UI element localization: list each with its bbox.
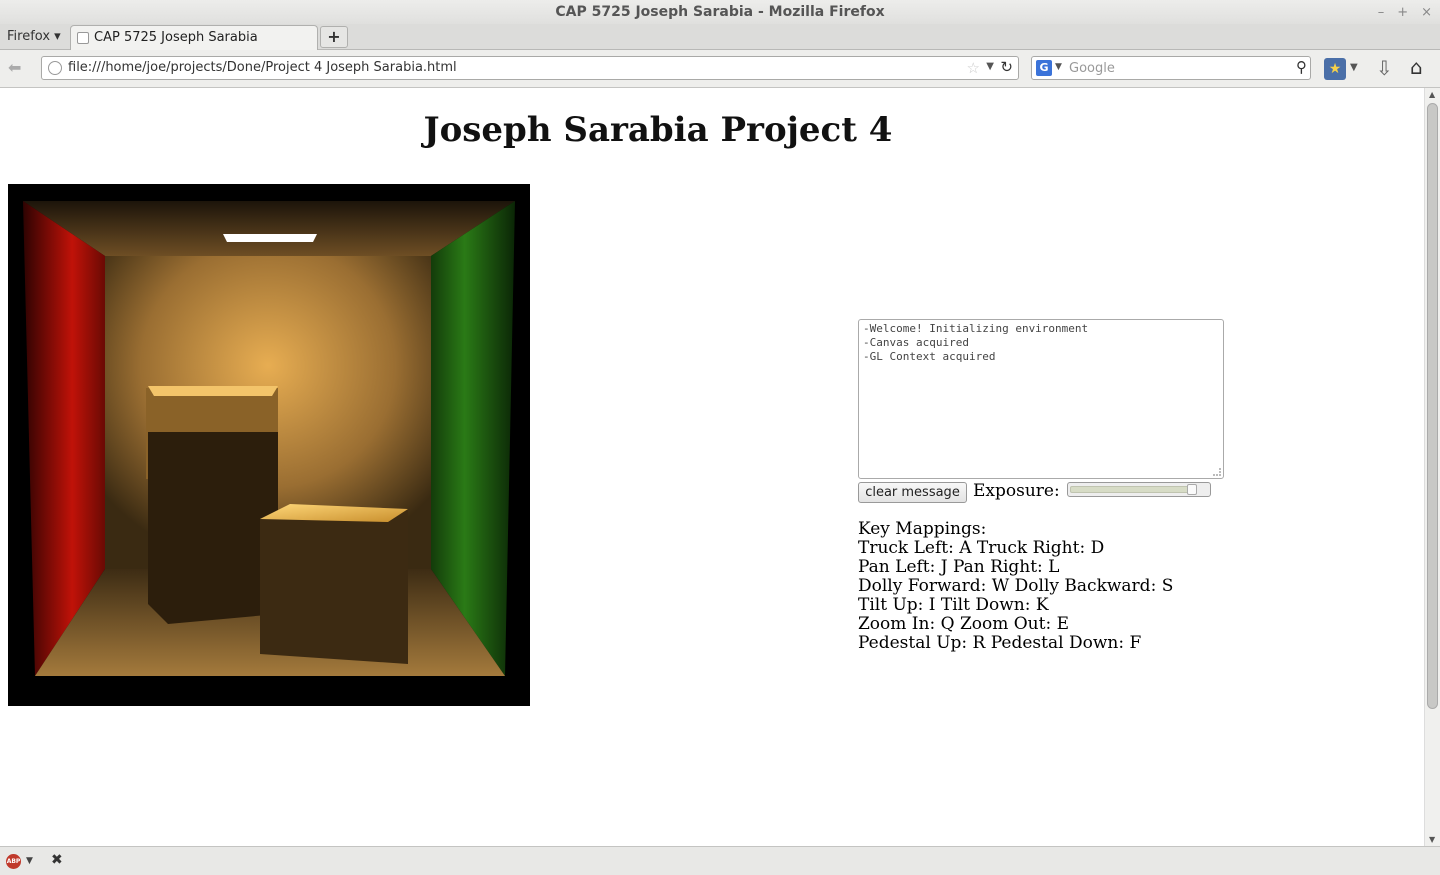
- back-arrow-icon[interactable]: ⬅: [8, 58, 30, 80]
- window-title: CAP 5725 Joseph Sarabia - Mozilla Firefo…: [555, 4, 885, 20]
- message-line: -GL Context acquired: [863, 350, 996, 363]
- search-engine-icon[interactable]: G: [1036, 60, 1052, 76]
- site-identity-icon[interactable]: [48, 61, 62, 75]
- key-mapping-line: Pedestal Up: R Pedestal Down: F: [858, 633, 1142, 653]
- tab-strip: Firefox ▾ CAP 5725 Joseph Sarabia +: [0, 24, 1440, 50]
- adblock-dropdown-icon[interactable]: ▼: [26, 856, 33, 866]
- bookmarks-icon[interactable]: ★: [1324, 58, 1346, 80]
- address-bar[interactable]: file:///home/joe/projects/Done/Project 4…: [41, 56, 1019, 80]
- resize-grip-icon[interactable]: [1213, 468, 1221, 476]
- key-mappings-heading: Key Mappings:: [858, 519, 987, 539]
- ceiling: [23, 201, 515, 256]
- home-icon[interactable]: ⌂: [1410, 55, 1423, 79]
- message-log-textarea[interactable]: -Welcome! Initializing environment -Canv…: [858, 319, 1224, 479]
- adblock-icon[interactable]: ABP: [6, 854, 21, 869]
- exposure-slider[interactable]: [1067, 482, 1211, 497]
- firefox-menu-button[interactable]: Firefox ▾: [7, 29, 61, 44]
- exposure-label: Exposure:: [973, 481, 1060, 501]
- bookmarks-dropdown-icon[interactable]: ▼: [1350, 62, 1358, 73]
- message-line: -Canvas acquired: [863, 336, 969, 349]
- short-box-front: [260, 509, 408, 664]
- tall-box-top: [148, 386, 278, 396]
- tab-label: CAP 5725 Joseph Sarabia: [94, 30, 258, 45]
- close-icon[interactable]: ×: [1421, 0, 1432, 24]
- minimize-icon[interactable]: –: [1378, 0, 1385, 24]
- bookmark-star-icon[interactable]: ☆: [967, 59, 980, 77]
- scrollbar-thumb[interactable]: [1427, 103, 1438, 709]
- search-engine-dropdown-icon[interactable]: ▼: [1055, 62, 1062, 72]
- new-tab-button[interactable]: +: [320, 26, 348, 48]
- key-mapping-line: Dolly Forward: W Dolly Backward: S: [858, 576, 1174, 596]
- key-mapping-line: Zoom In: Q Zoom Out: E: [858, 614, 1070, 634]
- search-bar[interactable]: G ▼ Google ⚲: [1031, 56, 1311, 80]
- vertical-scrollbar[interactable]: ▲ ▼: [1424, 88, 1440, 846]
- tall-box-front: [148, 432, 278, 624]
- history-dropdown-icon[interactable]: ▼: [986, 61, 994, 72]
- key-mappings: Key Mappings: Truck Left: A Truck Right:…: [858, 520, 1173, 653]
- browser-window: CAP 5725 Joseph Sarabia - Mozilla Firefo…: [0, 0, 1440, 875]
- close-addon-bar-icon[interactable]: ✖: [51, 852, 63, 868]
- addon-bar: ABP ▼ ✖: [0, 846, 1440, 875]
- message-line: -Welcome! Initializing environment: [863, 322, 1089, 335]
- key-mapping-line: Tilt Up: I Tilt Down: K: [858, 595, 1049, 615]
- window-titlebar: CAP 5725 Joseph Sarabia - Mozilla Firefo…: [0, 0, 1440, 24]
- clear-message-button[interactable]: clear message: [858, 482, 967, 503]
- address-bar-url[interactable]: file:///home/joe/projects/Done/Project 4…: [68, 60, 457, 75]
- scroll-up-arrow-icon[interactable]: ▲: [1429, 90, 1435, 99]
- tab-active[interactable]: CAP 5725 Joseph Sarabia: [70, 25, 318, 50]
- maximize-icon[interactable]: +: [1397, 0, 1408, 24]
- key-mapping-line: Pan Left: J Pan Right: L: [858, 557, 1060, 577]
- ceiling-light: [223, 234, 317, 242]
- key-mapping-line: Truck Left: A Truck Right: D: [858, 538, 1105, 558]
- reload-icon[interactable]: ↻: [1000, 58, 1013, 76]
- window-controls: – + ×: [1378, 0, 1432, 24]
- navigation-toolbar: ⬅ file:///home/joe/projects/Done/Project…: [0, 50, 1440, 88]
- search-input[interactable]: Google: [1069, 61, 1115, 76]
- exposure-slider-fill: [1070, 486, 1193, 493]
- scroll-down-arrow-icon[interactable]: ▼: [1429, 835, 1435, 844]
- page-favicon-icon: [77, 32, 89, 44]
- page-content: Joseph Sarabia Project 4 -Welcome! Initi…: [0, 88, 1424, 846]
- exposure-slider-thumb[interactable]: [1187, 484, 1197, 495]
- webgl-canvas[interactable]: [8, 184, 530, 706]
- page-title: Joseph Sarabia Project 4: [423, 110, 893, 150]
- search-magnifier-icon[interactable]: ⚲: [1296, 58, 1307, 76]
- downloads-icon[interactable]: ⇩: [1376, 56, 1393, 80]
